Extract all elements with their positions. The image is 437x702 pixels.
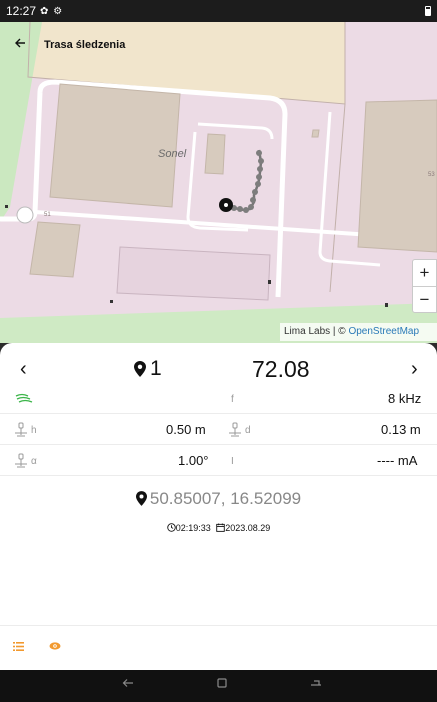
app-header: Trasa śledzenia [0,22,437,68]
clock-icon [166,523,176,532]
list-icon[interactable] [13,642,24,651]
row-frequency: f 8 kHz [0,384,437,414]
nav-back-icon [122,679,133,687]
reading-value: 72.08 [252,355,310,382]
signal-waves-icon [15,393,33,403]
status-time: 12:27 [6,4,37,18]
map-attribution: Lima Labs | © OpenStreetMap [280,323,437,341]
locator-depth-icon [15,422,27,437]
device-screen: 12:27 ✿ ⚙ Sonel 51 53 Trasa śledzenia + … [0,0,437,702]
page-title: Trasa śledzenia [44,39,126,51]
location-pin-icon [134,361,146,377]
map-label-sonel: Sonel [158,148,187,160]
alpha-label: α [31,455,37,467]
row-depth: h 0.50 m d 0.13 m [0,415,437,445]
d-value: 0.13 m [381,422,421,437]
location-pin-icon [135,491,147,506]
point-indicator: 1 [134,357,162,381]
measurement-panel: ‹ 1 72.08 › f 8 kHz h 0.50 m d 0.13 m α … [0,343,437,670]
alpha-value: 1.00° [178,453,209,468]
signal-cell [14,384,34,414]
locator-angle-icon [15,453,27,468]
row-angle: α 1.00° I ---- mA [0,446,437,476]
timestamp: 02:19:33 2023.08.29 [0,523,437,533]
timestamp-time: 02:19:33 [175,523,211,533]
nav-home-icon [217,678,227,688]
point-navigation: ‹ 1 72.08 › [0,353,437,385]
coordinates-text: 50.85007, 16.52099 [149,489,302,508]
zoom-out-button[interactable]: − [413,287,436,313]
current-value: ---- mA [377,453,418,468]
locator-depth-icon [229,422,241,437]
map-label-51: 51 [44,212,51,218]
status-bar: 12:27 ✿ ⚙ [0,0,437,22]
h-value: 0.50 m [166,422,206,437]
arrow-left-icon [15,38,25,48]
point-number: 1 [150,357,162,380]
frequency-label-cell: f [228,384,234,414]
back-button[interactable] [14,36,44,54]
battery-icon [425,6,431,16]
zoom-in-button[interactable]: + [413,260,436,286]
frequency-value: 8 kHz [388,391,422,406]
timestamp-date: 2023.08.29 [225,523,271,533]
frequency-label: f [231,393,234,405]
nav-home-button[interactable] [217,675,227,691]
map-view[interactable]: Sonel 51 53 [0,22,437,343]
d-label: d [245,424,251,436]
map-canvas [0,22,437,343]
bottom-actions-bar [0,625,437,670]
d-label-cell: d [228,415,251,445]
map-label-53: 53 [428,172,435,178]
h-label: h [31,424,37,436]
coordinates: 50.85007, 16.52099 [0,489,437,509]
attribution-text: Lima Labs | © [284,326,349,337]
current-label: I [231,455,234,467]
nav-recents-icon [311,680,321,686]
alpha-label-cell: α [14,446,37,476]
nav-recents-button[interactable] [310,675,322,691]
osm-link[interactable]: OpenStreetMap [348,326,419,337]
previous-point-button[interactable]: ‹ [20,358,27,381]
next-point-button[interactable]: › [411,358,418,381]
nav-back-button[interactable] [122,675,134,691]
eye-icon[interactable] [49,641,61,651]
current-label-cell: I [228,446,234,476]
status-icons: ✿ ⚙ [40,5,64,17]
calendar-icon [216,523,225,532]
h-label-cell: h [14,415,37,445]
system-navigation-bar [0,670,437,702]
zoom-controls: + − [412,259,437,313]
